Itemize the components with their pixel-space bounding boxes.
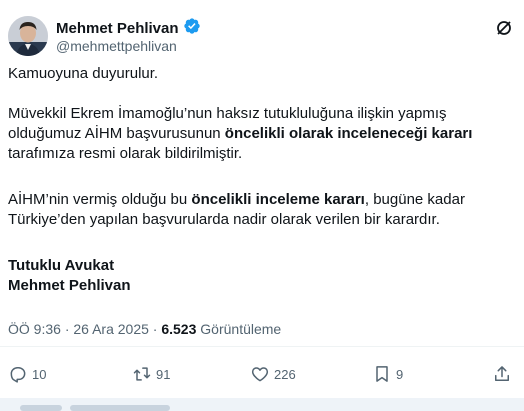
reply-button[interactable]: 10 — [8, 362, 46, 386]
reply-count: 10 — [32, 366, 47, 382]
like-button[interactable]: 226 — [250, 362, 296, 386]
divider — [0, 346, 524, 347]
bookmark-button[interactable]: 9 — [372, 362, 403, 386]
tweet-header: Mehmet Pehlivan @mehmettpehlivan — [8, 16, 516, 56]
reply-icon — [8, 364, 28, 384]
display-name[interactable]: Mehmet Pehlivan — [56, 20, 179, 38]
share-button[interactable] — [492, 362, 512, 386]
bookmark-icon — [372, 364, 392, 384]
tweet-meta: ÖÖ 9:36 · 26 Ara 2025 · 6.523 Görüntülem… — [8, 321, 282, 337]
repost-icon — [132, 364, 152, 384]
reply-prompt-strip — [0, 398, 524, 411]
action-bar: 10 91 226 9 — [8, 362, 514, 386]
more-icon[interactable] — [494, 18, 514, 38]
post-time[interactable]: ÖÖ 9:36 — [8, 321, 61, 337]
signature-line-2: Mehmet Pehlivan — [8, 277, 131, 294]
post-date[interactable]: 26 Ara 2025 — [73, 321, 149, 337]
verified-icon — [183, 17, 201, 40]
tweet-card: Mehmet Pehlivan @mehmettpehlivan Kamuoyu… — [0, 0, 524, 411]
tweet-paragraph-1: Kamuoyuna duyurulur. — [8, 65, 159, 82]
tweet-paragraph-3: AİHM’nin vermiş olduğu bu öncelikli ince… — [8, 191, 465, 228]
signature-line-1: Tutuklu Avukat — [8, 257, 115, 274]
avatar[interactable] — [8, 16, 48, 56]
repost-count: 91 — [156, 366, 171, 382]
like-count: 226 — [274, 366, 296, 382]
like-icon — [250, 364, 270, 384]
tweet-text: Kamuoyuna duyurulur. Müvekkil Ekrem İmam… — [8, 64, 508, 296]
repost-button[interactable]: 91 — [132, 362, 170, 386]
views-label: Görüntüleme — [200, 321, 282, 337]
share-icon — [492, 364, 512, 384]
handle[interactable]: @mehmettpehlivan — [56, 37, 177, 55]
views-count[interactable]: 6.523 — [161, 321, 196, 337]
bold-phrase-1: öncelikli olarak inceleneceği kararı — [224, 125, 473, 142]
bookmark-count: 9 — [396, 366, 404, 382]
tweet-paragraph-2: Müvekkil Ekrem İmamoğlu’nun haksız tutuk… — [8, 105, 473, 162]
bold-phrase-2: öncelikli inceleme kararı — [191, 191, 365, 208]
